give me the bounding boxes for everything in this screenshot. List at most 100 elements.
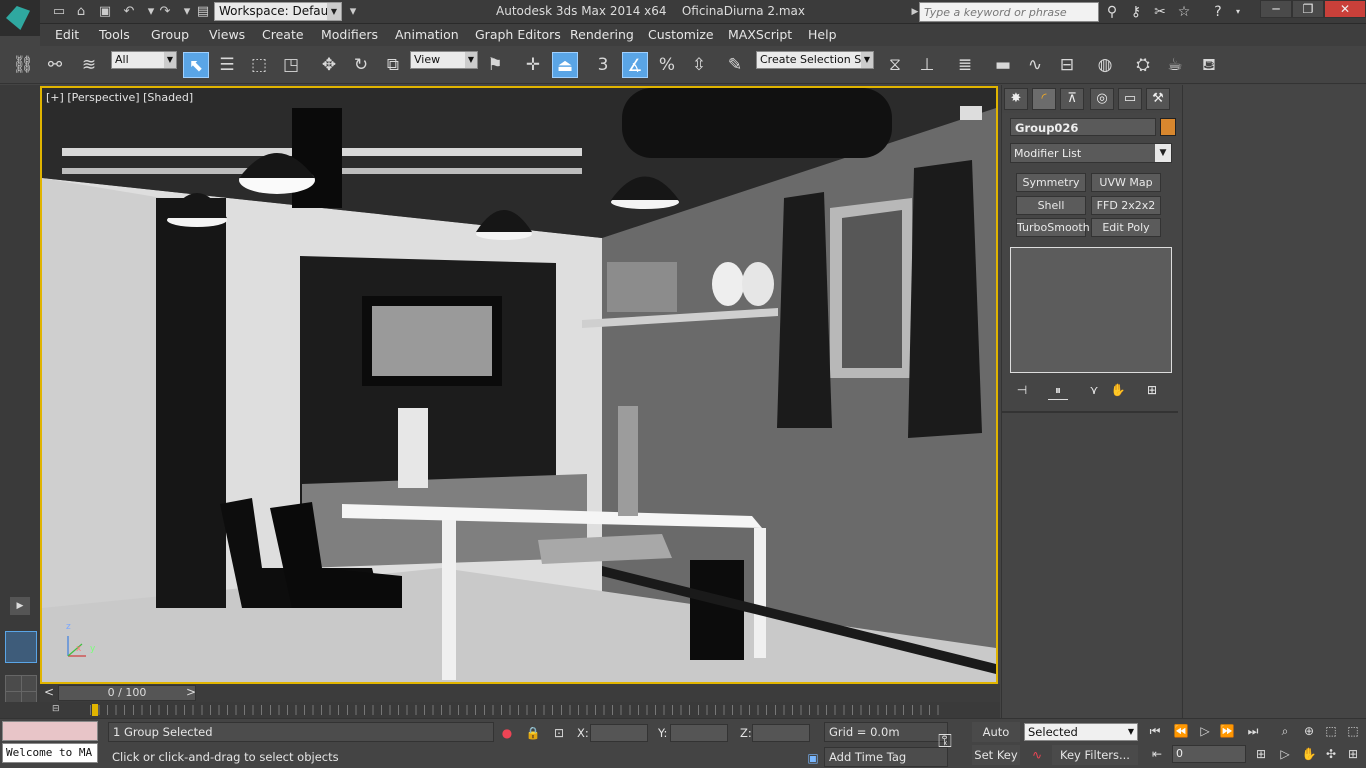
display-tab-icon[interactable]: ▭ bbox=[1118, 88, 1142, 110]
new-file-icon[interactable]: ▭ bbox=[50, 3, 68, 21]
menu-help[interactable]: Help bbox=[808, 27, 837, 42]
help-dropdown-icon[interactable]: ▾ bbox=[1228, 3, 1248, 21]
select-by-name-icon[interactable]: ☰ bbox=[214, 52, 240, 78]
object-color-swatch[interactable] bbox=[1160, 118, 1176, 136]
key-filters-button[interactable]: Key Filters... bbox=[1052, 745, 1138, 765]
unlink-selection-icon[interactable]: ⚯ bbox=[42, 52, 68, 78]
maximize-viewport-icon[interactable]: ⊞ bbox=[1344, 745, 1362, 763]
viewport-pov-menu[interactable]: [Perspective] bbox=[67, 91, 139, 104]
menu-modifiers[interactable]: Modifiers bbox=[321, 27, 378, 42]
next-frame-icon[interactable]: ⏩ bbox=[1218, 722, 1236, 740]
add-time-tag-button[interactable]: Add Time Tag bbox=[824, 747, 948, 767]
menu-maxscript[interactable]: MAXScript bbox=[728, 27, 792, 42]
uvw-map-button[interactable]: UVW Map bbox=[1091, 173, 1161, 192]
maximize-button[interactable]: ❐ bbox=[1292, 0, 1324, 18]
select-and-link-icon[interactable]: ⛓ bbox=[10, 52, 36, 78]
workspace-dropdown[interactable]: Workspace: Default ▼ bbox=[214, 2, 342, 21]
rectangular-selection-icon[interactable]: ⬚ bbox=[246, 52, 272, 78]
infocenter-search-input[interactable]: Type a keyword or phrase bbox=[919, 2, 1099, 22]
key-curve-icon[interactable]: ∿ bbox=[1028, 746, 1046, 764]
orbit-icon[interactable]: ✣ bbox=[1322, 745, 1340, 763]
expand-layouts-icon[interactable]: ▶ bbox=[10, 597, 30, 615]
material-editor-icon[interactable]: ◍ bbox=[1092, 52, 1118, 78]
menu-graph-editors[interactable]: Graph Editors bbox=[475, 27, 561, 42]
time-configuration-icon[interactable]: ⊞ bbox=[1252, 745, 1270, 763]
use-pivot-center-icon[interactable]: ⚑ bbox=[482, 52, 508, 78]
absolute-mode-icon[interactable]: ⊡ bbox=[550, 724, 568, 742]
set-key-mode-key-icon[interactable]: ⚿ bbox=[936, 733, 954, 751]
go-to-end-icon[interactable]: ⏭ bbox=[1244, 722, 1262, 740]
modifier-list-dropdown[interactable]: Modifier List ▼ bbox=[1010, 143, 1172, 163]
maxscript-output[interactable]: Welcome to MA bbox=[2, 743, 98, 763]
select-object-icon[interactable]: ⬉ bbox=[183, 52, 209, 78]
layer-manager-icon[interactable]: ≣ bbox=[952, 52, 978, 78]
workspace-menu-icon[interactable]: ▾ bbox=[344, 3, 362, 21]
edit-poly-button[interactable]: Edit Poly bbox=[1091, 218, 1161, 237]
ffd-2x2x2-button[interactable]: FFD 2x2x2 bbox=[1091, 196, 1161, 215]
undo-icon[interactable]: ↶ bbox=[120, 3, 138, 21]
subscription-key-icon[interactable]: ⚷ bbox=[1126, 3, 1146, 21]
window-crossing-icon[interactable]: ◳ bbox=[278, 52, 304, 78]
shell-button[interactable]: Shell bbox=[1016, 196, 1086, 215]
previous-frame-icon[interactable]: ⏪ bbox=[1172, 722, 1190, 740]
spinner-snap-icon[interactable]: ⇳ bbox=[686, 52, 712, 78]
percent-snap-icon[interactable]: % bbox=[654, 52, 680, 78]
redo-icon[interactable]: ↷ bbox=[156, 3, 174, 21]
viewport-shading-menu[interactable]: [Shaded] bbox=[143, 91, 193, 104]
object-name-field[interactable]: Group026 bbox=[1010, 118, 1156, 136]
layout-single-viewport[interactable] bbox=[5, 631, 37, 663]
turbosmooth-button[interactable]: TurboSmooth bbox=[1016, 218, 1090, 237]
viewport-general-menu[interactable]: [+] bbox=[46, 91, 64, 104]
select-and-scale-icon[interactable]: ⧉ bbox=[380, 52, 406, 78]
y-coordinate-input[interactable] bbox=[670, 724, 728, 742]
create-tab-icon[interactable]: ✸ bbox=[1004, 88, 1028, 110]
hierarchy-tab-icon[interactable]: ⊼ bbox=[1060, 88, 1084, 110]
zoom-icon[interactable]: ⌕ bbox=[1276, 722, 1294, 740]
perspective-viewport[interactable]: [+] [Perspective] [Shaded] z x y bbox=[40, 86, 998, 684]
menu-rendering[interactable]: Rendering bbox=[570, 27, 634, 42]
modify-tab-icon[interactable]: ◜ bbox=[1032, 88, 1056, 110]
make-unique-icon[interactable]: ⋎ bbox=[1084, 380, 1104, 400]
menu-group[interactable]: Group bbox=[151, 27, 189, 42]
close-button[interactable]: ✕ bbox=[1324, 0, 1366, 18]
curve-editor-icon[interactable]: ∿ bbox=[1022, 52, 1048, 78]
select-and-rotate-icon[interactable]: ↻ bbox=[348, 52, 374, 78]
remove-modifier-icon[interactable]: ✋ bbox=[1108, 380, 1128, 400]
key-mode-dropdown[interactable]: Selected ▼ bbox=[1024, 723, 1138, 741]
pan-view-icon[interactable]: ✋ bbox=[1300, 745, 1318, 763]
schematic-view-icon[interactable]: ⊟ bbox=[1054, 52, 1080, 78]
zoom-extents-all-icon[interactable]: ⬚ bbox=[1344, 722, 1362, 740]
isolate-selection-icon[interactable]: ● bbox=[498, 724, 516, 742]
select-and-manipulate-icon[interactable]: ✛ bbox=[520, 52, 546, 78]
menu-tools[interactable]: Tools bbox=[99, 27, 130, 42]
play-icon[interactable]: ▷ bbox=[1196, 722, 1214, 740]
mirror-icon[interactable]: ⧖ bbox=[882, 52, 908, 78]
bind-to-space-warp-icon[interactable]: ≋ bbox=[76, 52, 102, 78]
maxscript-mini-listener[interactable] bbox=[2, 721, 98, 741]
zoom-all-icon[interactable]: ⊕ bbox=[1300, 722, 1318, 740]
viewport-label[interactable]: [+] [Perspective] [Shaded] bbox=[46, 91, 193, 104]
binoculars-icon[interactable]: ⚲ bbox=[1102, 3, 1122, 21]
selection-lock-icon[interactable]: 🔒 bbox=[524, 724, 542, 742]
selection-filter-dropdown[interactable]: All ▼ bbox=[111, 51, 177, 69]
key-mode-toggle-icon[interactable]: ⇤ bbox=[1148, 745, 1166, 763]
track-bar[interactable]: ⊟ bbox=[0, 702, 1000, 718]
angle-snap-icon[interactable]: ∡ bbox=[622, 52, 648, 78]
time-prev-button[interactable]: < bbox=[44, 685, 54, 699]
menu-edit[interactable]: Edit bbox=[55, 27, 79, 42]
modifier-stack[interactable] bbox=[1010, 247, 1172, 373]
current-frame-spinner[interactable]: 0 bbox=[1172, 745, 1246, 763]
menu-customize[interactable]: Customize bbox=[648, 27, 714, 42]
time-slider[interactable]: 0 / 100 bbox=[58, 685, 196, 701]
communication-center-icon[interactable]: ✂ bbox=[1150, 3, 1170, 21]
save-file-icon[interactable]: ▣ bbox=[96, 3, 114, 21]
symmetry-button[interactable]: Symmetry bbox=[1016, 173, 1086, 192]
minimize-button[interactable]: ─ bbox=[1260, 0, 1292, 18]
z-coordinate-input[interactable] bbox=[752, 724, 810, 742]
menu-views[interactable]: Views bbox=[209, 27, 245, 42]
menu-animation[interactable]: Animation bbox=[395, 27, 459, 42]
select-and-move-icon[interactable]: ✥ bbox=[316, 52, 342, 78]
snaps-toggle-icon[interactable]: 3 bbox=[590, 52, 616, 78]
show-end-result-icon[interactable]: ⏸ bbox=[1048, 380, 1068, 400]
pin-stack-icon[interactable]: ⊣ bbox=[1012, 380, 1032, 400]
